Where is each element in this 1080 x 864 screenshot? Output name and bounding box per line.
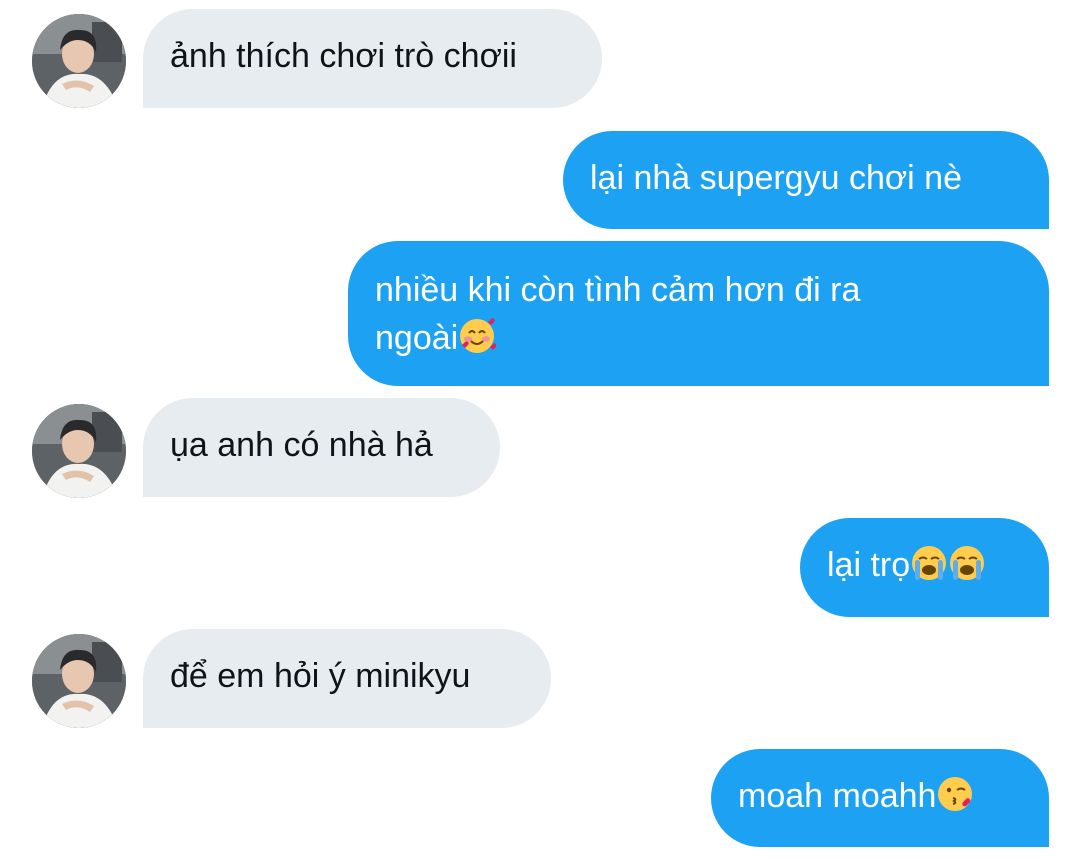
avatar[interactable] xyxy=(32,634,126,728)
message-text: lại trọ xyxy=(827,546,911,584)
loudly-crying-face-icon xyxy=(948,544,986,582)
message-text: lại nhà supergyu chơi nè xyxy=(590,159,962,197)
message-bubble-outgoing[interactable]: lại trọ xyxy=(800,518,1049,617)
message-text-line-2: ngoài xyxy=(375,319,459,357)
loudly-crying-face-icon xyxy=(910,544,948,582)
avatar[interactable] xyxy=(32,14,126,108)
message-text-line-1: nhiều khi còn tình cảm hơn đi ra xyxy=(375,271,861,309)
smiling-face-with-hearts-icon xyxy=(458,317,497,355)
message-text: để em hỏi ý minikyu xyxy=(170,657,471,695)
message-bubble-outgoing[interactable]: moah moahh xyxy=(711,749,1049,847)
message-text: ảnh thích chơi trò chơii xyxy=(170,37,517,75)
face-blowing-a-kiss-icon xyxy=(936,775,974,813)
message-text: moah moahh xyxy=(738,777,937,815)
message-bubble-incoming[interactable]: để em hỏi ý minikyu xyxy=(143,629,551,728)
message-bubble-outgoing[interactable]: lại nhà supergyu chơi nè xyxy=(563,131,1049,229)
message-text: ụa anh có nhà hả xyxy=(170,426,433,464)
message-bubble-incoming[interactable]: ụa anh có nhà hả xyxy=(143,398,500,497)
message-bubble-incoming[interactable]: ảnh thích chơi trò chơii xyxy=(143,9,602,108)
message-bubble-outgoing[interactable]: nhiều khi còn tình cảm hơn đi ra ngoài xyxy=(348,241,1049,386)
avatar[interactable] xyxy=(32,404,126,498)
